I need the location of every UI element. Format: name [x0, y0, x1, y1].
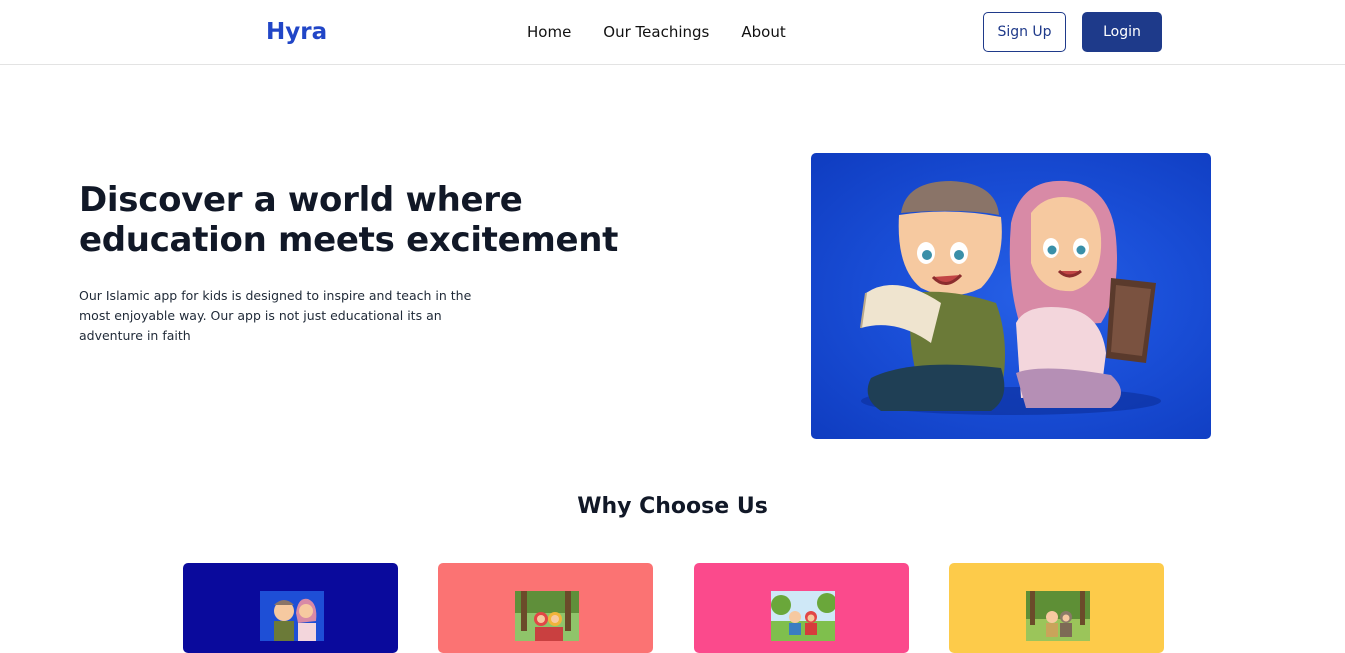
nav-link-home[interactable]: Home: [527, 23, 571, 41]
nav-link-our-teachings[interactable]: Our Teachings: [603, 23, 709, 41]
feature-card: [183, 563, 398, 653]
hero-image: [811, 153, 1211, 439]
kids-reading-thumbnail: [260, 591, 324, 641]
feature-card: [949, 563, 1164, 653]
feature-card: [438, 563, 653, 653]
kids-forest-thumbnail: [515, 591, 579, 641]
feature-card: [694, 563, 909, 653]
login-button[interactable]: Login: [1082, 12, 1162, 52]
kids-park-thumbnail: [771, 591, 835, 641]
hero-description: Our Islamic app for kids is designed to …: [79, 288, 472, 343]
kids-reading-illustration: [860, 180, 1161, 415]
why-choose-us-title: Why Choose Us: [577, 494, 768, 519]
main-nav: Home Our Teachings About: [527, 23, 786, 41]
nav-link-about[interactable]: About: [741, 23, 785, 41]
brand-logo[interactable]: Hyra: [266, 19, 327, 45]
navbar: Hyra Home Our Teachings About Sign Up Lo…: [0, 0, 1345, 65]
signup-button[interactable]: Sign Up: [983, 12, 1066, 52]
hero-title: Discover a world where education meets e…: [79, 180, 619, 260]
kids-garden-thumbnail: [1026, 591, 1090, 641]
